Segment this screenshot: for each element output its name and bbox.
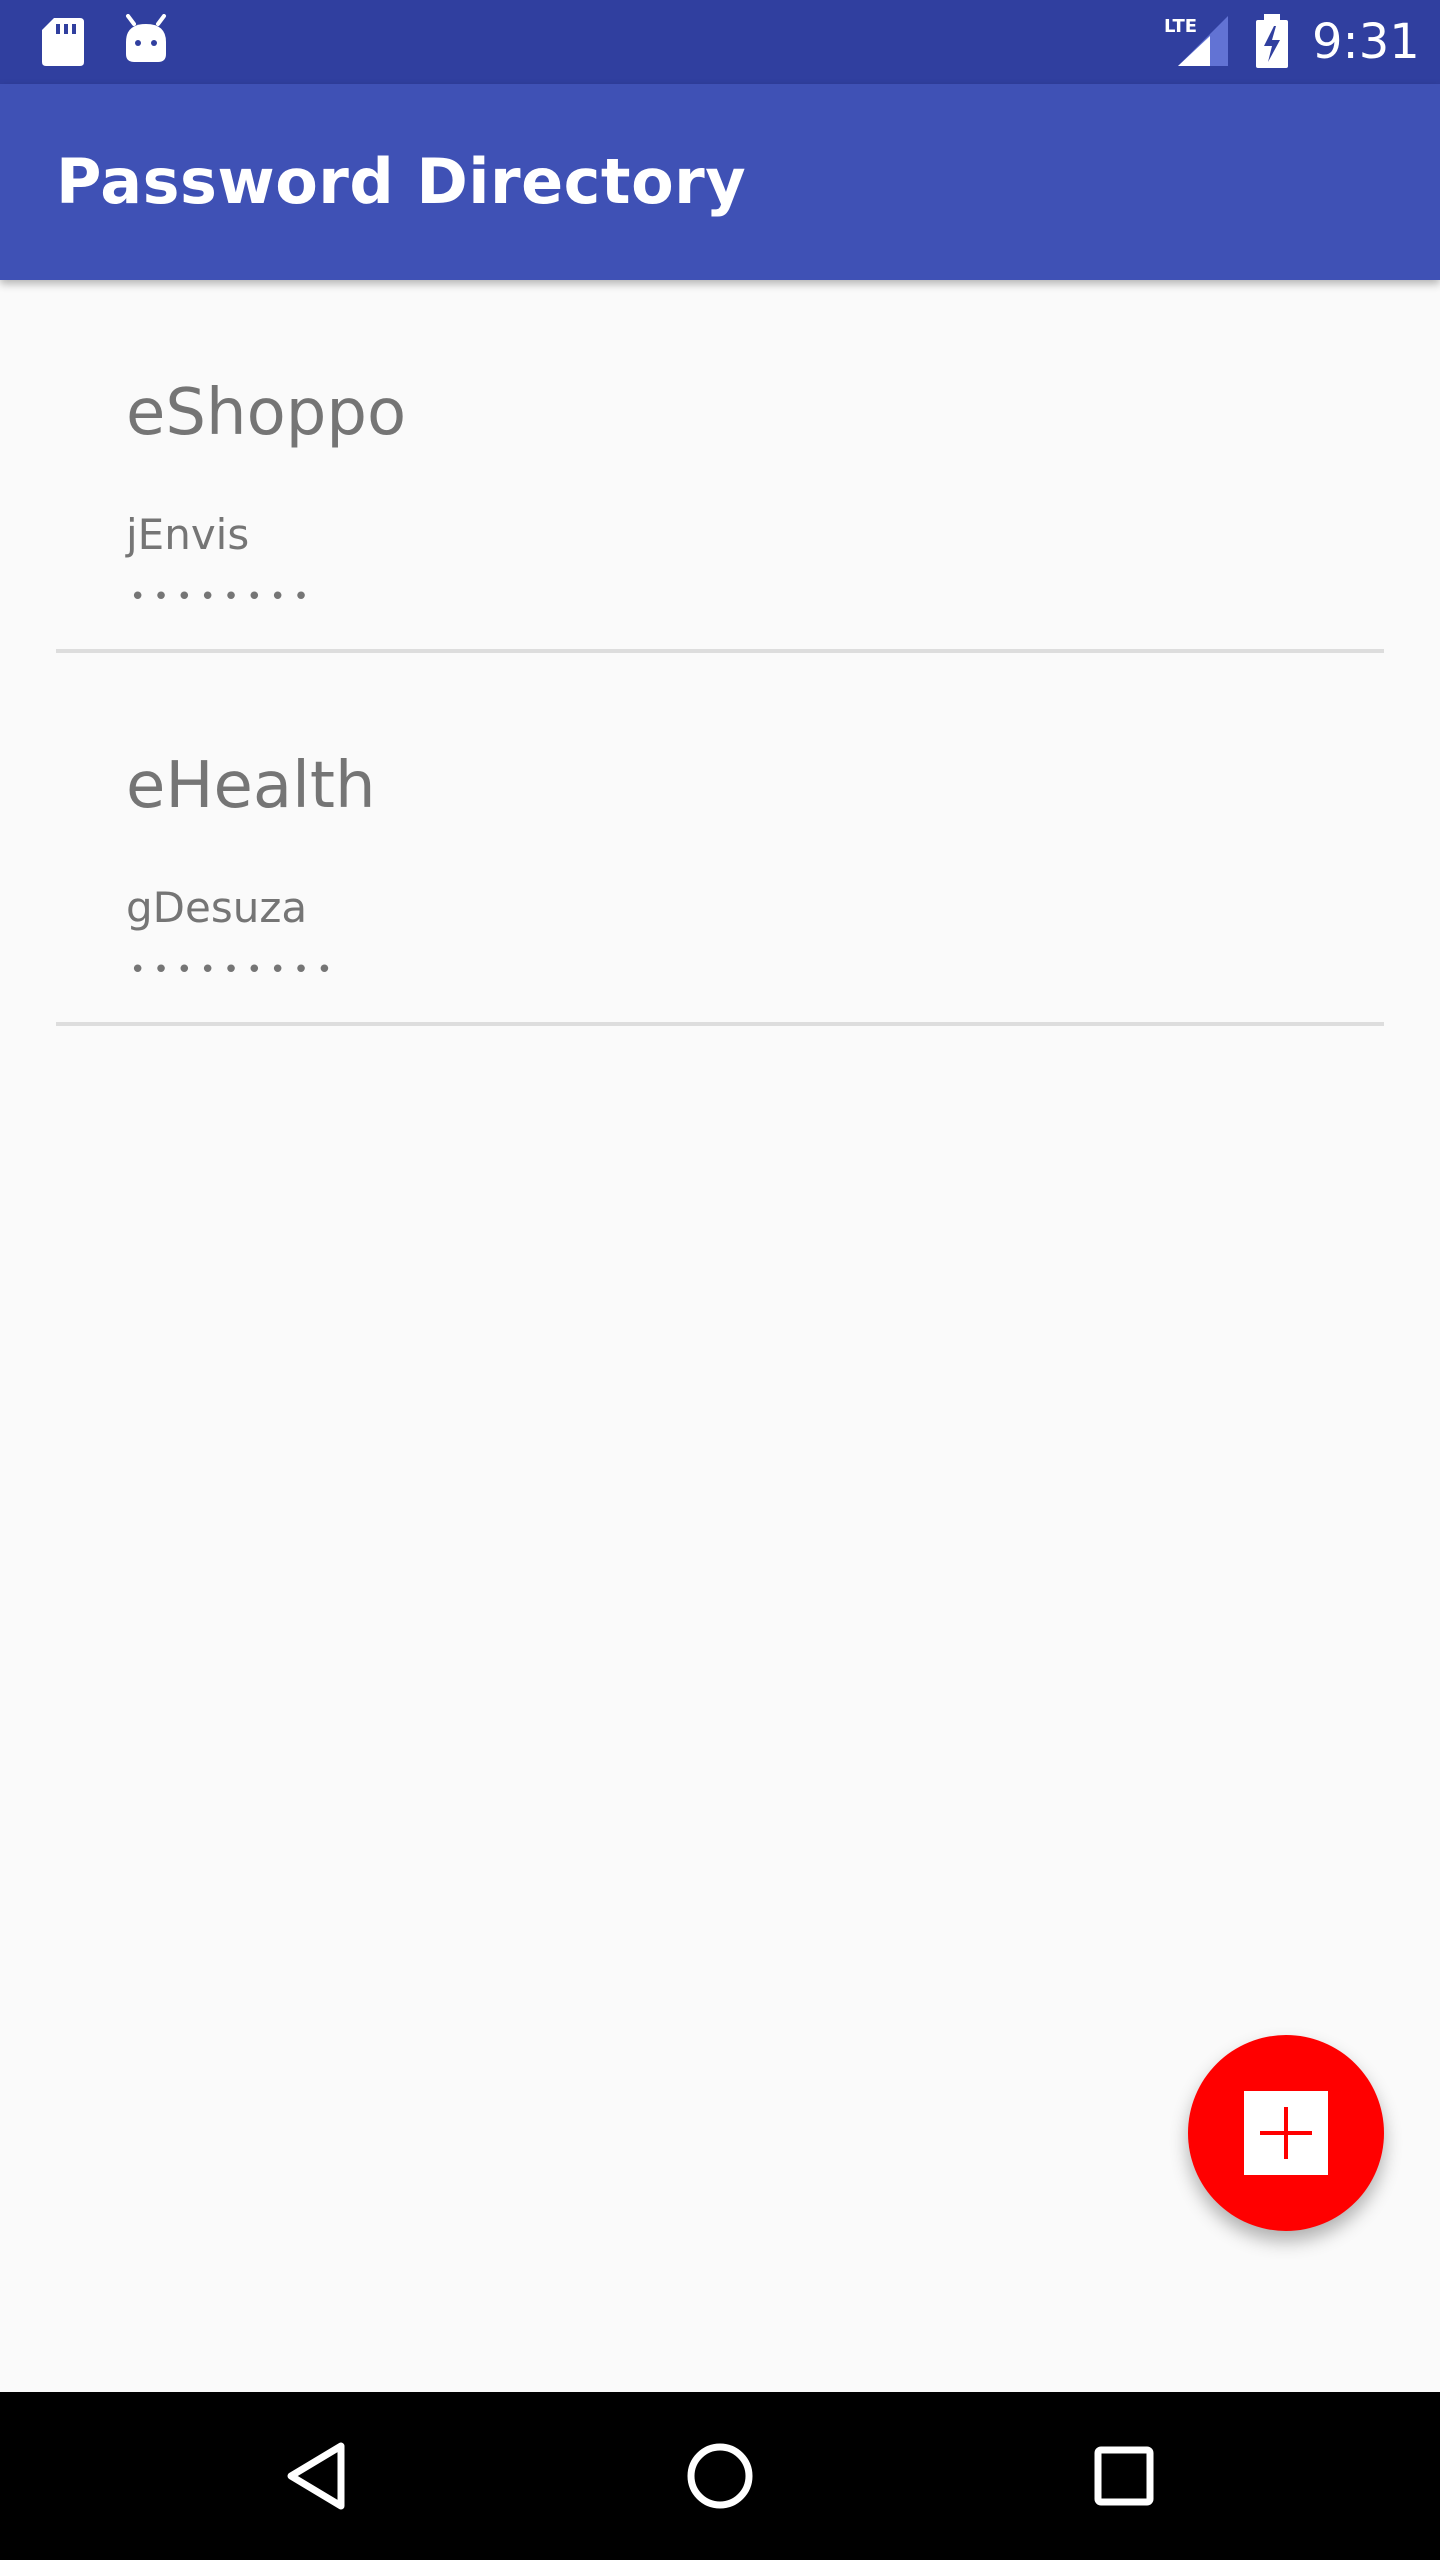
list-item[interactable]: eHealth gDesuza ••••••••• [0, 653, 1440, 1022]
add-entry-button[interactable] [1188, 2035, 1384, 2231]
android-icon [126, 14, 166, 62]
add-icon [1244, 2091, 1328, 2175]
recents-icon[interactable] [1064, 2416, 1184, 2536]
list-item[interactable]: eShoppo jEnvis •••••••• [0, 280, 1440, 649]
password-list: eShoppo jEnvis •••••••• eHealth gDesuza … [0, 280, 1440, 1026]
entry-password-mask: •••••••• [130, 582, 317, 612]
entry-password-mask: ••••••••• [130, 955, 341, 985]
entry-username: jEnvis [126, 510, 250, 559]
svg-text:LTE: LTE [1164, 16, 1197, 37]
sd-card-icon [42, 18, 84, 66]
navigation-bar [0, 2392, 1440, 2560]
home-icon[interactable] [660, 2416, 780, 2536]
entry-username: gDesuza [126, 883, 308, 932]
app-bar: Password Directory [0, 84, 1440, 280]
page-title: Password Directory [56, 145, 747, 218]
status-bar: LTE 9:31 [0, 0, 1440, 84]
entry-site-name: eHealth [126, 749, 376, 823]
back-icon[interactable] [257, 2416, 377, 2536]
entry-site-name: eShoppo [126, 376, 407, 450]
list-divider [56, 1022, 1384, 1026]
status-clock: 9:31 [1312, 14, 1420, 70]
lte-signal-icon: LTE [1164, 16, 1228, 66]
battery-charging-icon [1256, 14, 1288, 68]
